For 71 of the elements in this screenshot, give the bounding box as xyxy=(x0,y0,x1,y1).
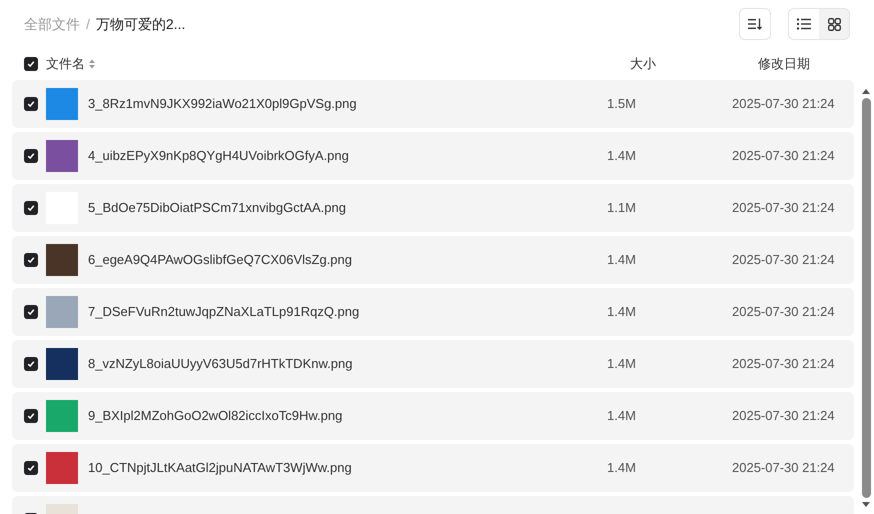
file-row[interactable]: 5_BdOe75DibOiatPSCm71xnvibgGctAA.png 1.1M 2025-07-30 21:24 xyxy=(12,184,854,232)
modified-date: 2025-07-30 21:24 xyxy=(732,199,836,218)
file-row[interactable]: 3_8Rz1mvN9JKX992iaWo21X0pl9GpVSg.png 1.5M 2025-07-30 21:24 xyxy=(12,80,854,128)
file-name[interactable]: 4_uibzEPyX9nKp8QYgH4UVoibrkOGfyA.png xyxy=(88,146,349,166)
checkbox[interactable] xyxy=(24,97,38,111)
sort-arrows-icon xyxy=(89,59,95,69)
file-name[interactable]: 3_8Rz1mvN9JKX992iaWo21X0pl9GpVSg.png xyxy=(88,94,357,114)
file-row[interactable]: 6_egeA9Q4PAwOGslibfGeQ7CX06VlsZg.png 1.4M 2025-07-30 21:24 xyxy=(12,236,854,284)
checkbox[interactable] xyxy=(24,409,38,423)
checkmark-icon xyxy=(27,152,35,160)
checkbox[interactable] xyxy=(24,461,38,475)
image-thumbnail xyxy=(46,400,78,432)
file-name[interactable]: 7_DSeFVuRn2tuwJqpZNaXLaTLp91RqzQ.png xyxy=(88,302,360,322)
file-name[interactable]: 8_vzNZyL8oiaUUyyV63U5d7rHTkTDKnw.png xyxy=(88,354,352,374)
sort-button[interactable] xyxy=(739,8,771,40)
checkbox[interactable] xyxy=(24,149,38,163)
image-thumbnail xyxy=(46,88,78,120)
image-thumbnail xyxy=(46,452,78,484)
checkmark-icon xyxy=(27,412,35,420)
scroll-up-icon[interactable] xyxy=(862,88,870,94)
file-row[interactable]: 10_CTNpjtJLtKAatGl2jpuNATAwT3WjWw.png 1.4M 2025-07-30 21:24 xyxy=(12,444,854,492)
file-row[interactable]: 4_uibzEPyX9nKp8QYgH4UVoibrkOGfyA.png 1.4M 2025-07-30 21:24 xyxy=(12,132,854,180)
scroll-down-icon[interactable] xyxy=(862,502,870,508)
breadcrumb-item: 万物可爱的2... xyxy=(96,14,186,34)
image-thumbnail xyxy=(46,244,78,276)
checkmark-icon xyxy=(27,464,35,472)
file-size: 1.4M xyxy=(607,251,637,270)
checkmark-icon xyxy=(27,100,35,108)
checkbox[interactable] xyxy=(24,305,38,319)
checkmark-icon xyxy=(27,360,35,368)
list-icon xyxy=(797,18,811,30)
file-name[interactable]: 9_BXIpl2MZohGoO2wOl82iccIxoTc9Hw.png xyxy=(88,406,342,426)
file-size: 1.4M xyxy=(607,147,637,166)
modified-date: 2025-07-30 21:24 xyxy=(732,407,836,426)
file-size: 1.4M xyxy=(607,355,637,374)
breadcrumb-separator: / xyxy=(86,14,90,34)
sort-icon xyxy=(748,18,762,30)
modified-date: 2025-07-30 21:24 xyxy=(732,459,836,478)
checkmark-icon xyxy=(27,60,35,68)
modified-date: 2025-07-30 21:24 xyxy=(732,355,836,374)
image-thumbnail xyxy=(46,296,78,328)
file-size: 1.4M xyxy=(607,303,637,322)
checkbox[interactable] xyxy=(24,253,38,267)
column-header: 修改日期 xyxy=(758,55,811,74)
file-row[interactable]: 9_BXIpl2MZohGoO2wOl82iccIxoTc9Hw.png 1.4M 2025-07-30 21:24 xyxy=(12,392,854,440)
file-size: 1.4M xyxy=(607,459,637,478)
checkmark-icon xyxy=(27,256,35,264)
checkbox[interactable] xyxy=(24,57,38,71)
modified-date: 2025-07-30 21:24 xyxy=(732,147,836,166)
file-size: 1.1M xyxy=(607,199,637,218)
grid-icon xyxy=(828,18,840,30)
scrollbar-thumb[interactable] xyxy=(862,98,870,498)
checkmark-icon xyxy=(27,204,35,212)
file-row[interactable]: 8_vzNZyL8oiaUUyyV63U5d7rHTkTDKnw.png 1.4M 2025-07-30 21:24 xyxy=(12,340,854,388)
checkbox[interactable] xyxy=(24,201,38,215)
image-thumbnail xyxy=(46,140,78,172)
file-size: 1.4M xyxy=(607,407,637,426)
file-size: 1.5M xyxy=(607,95,637,114)
column-header: 大小 xyxy=(630,55,657,74)
modified-date: 2025-07-30 21:24 xyxy=(732,95,836,114)
checkbox[interactable] xyxy=(24,357,38,371)
view-mode-button[interactable] xyxy=(789,9,819,39)
checkmark-icon xyxy=(27,308,35,316)
modified-date: 2025-07-30 21:24 xyxy=(732,303,836,322)
file-name[interactable]: 10_CTNpjtJLtKAatGl2jpuNATAwT3WjWw.png xyxy=(88,458,352,478)
file-row[interactable]: 7_DSeFVuRn2tuwJqpZNaXLaTLp91RqzQ.png 1.4M 2025-07-30 21:24 xyxy=(12,288,854,336)
image-thumbnail xyxy=(46,348,78,380)
file-name[interactable]: 6_egeA9Q4PAwOGslibfGeQ7CX06VlsZg.png xyxy=(88,250,352,270)
file-name[interactable]: 5_BdOe75DibOiatPSCm71xnvibgGctAA.png xyxy=(88,198,346,218)
column-header[interactable]: 文件名 xyxy=(46,54,85,74)
modified-date: 2025-07-30 21:24 xyxy=(732,251,836,270)
